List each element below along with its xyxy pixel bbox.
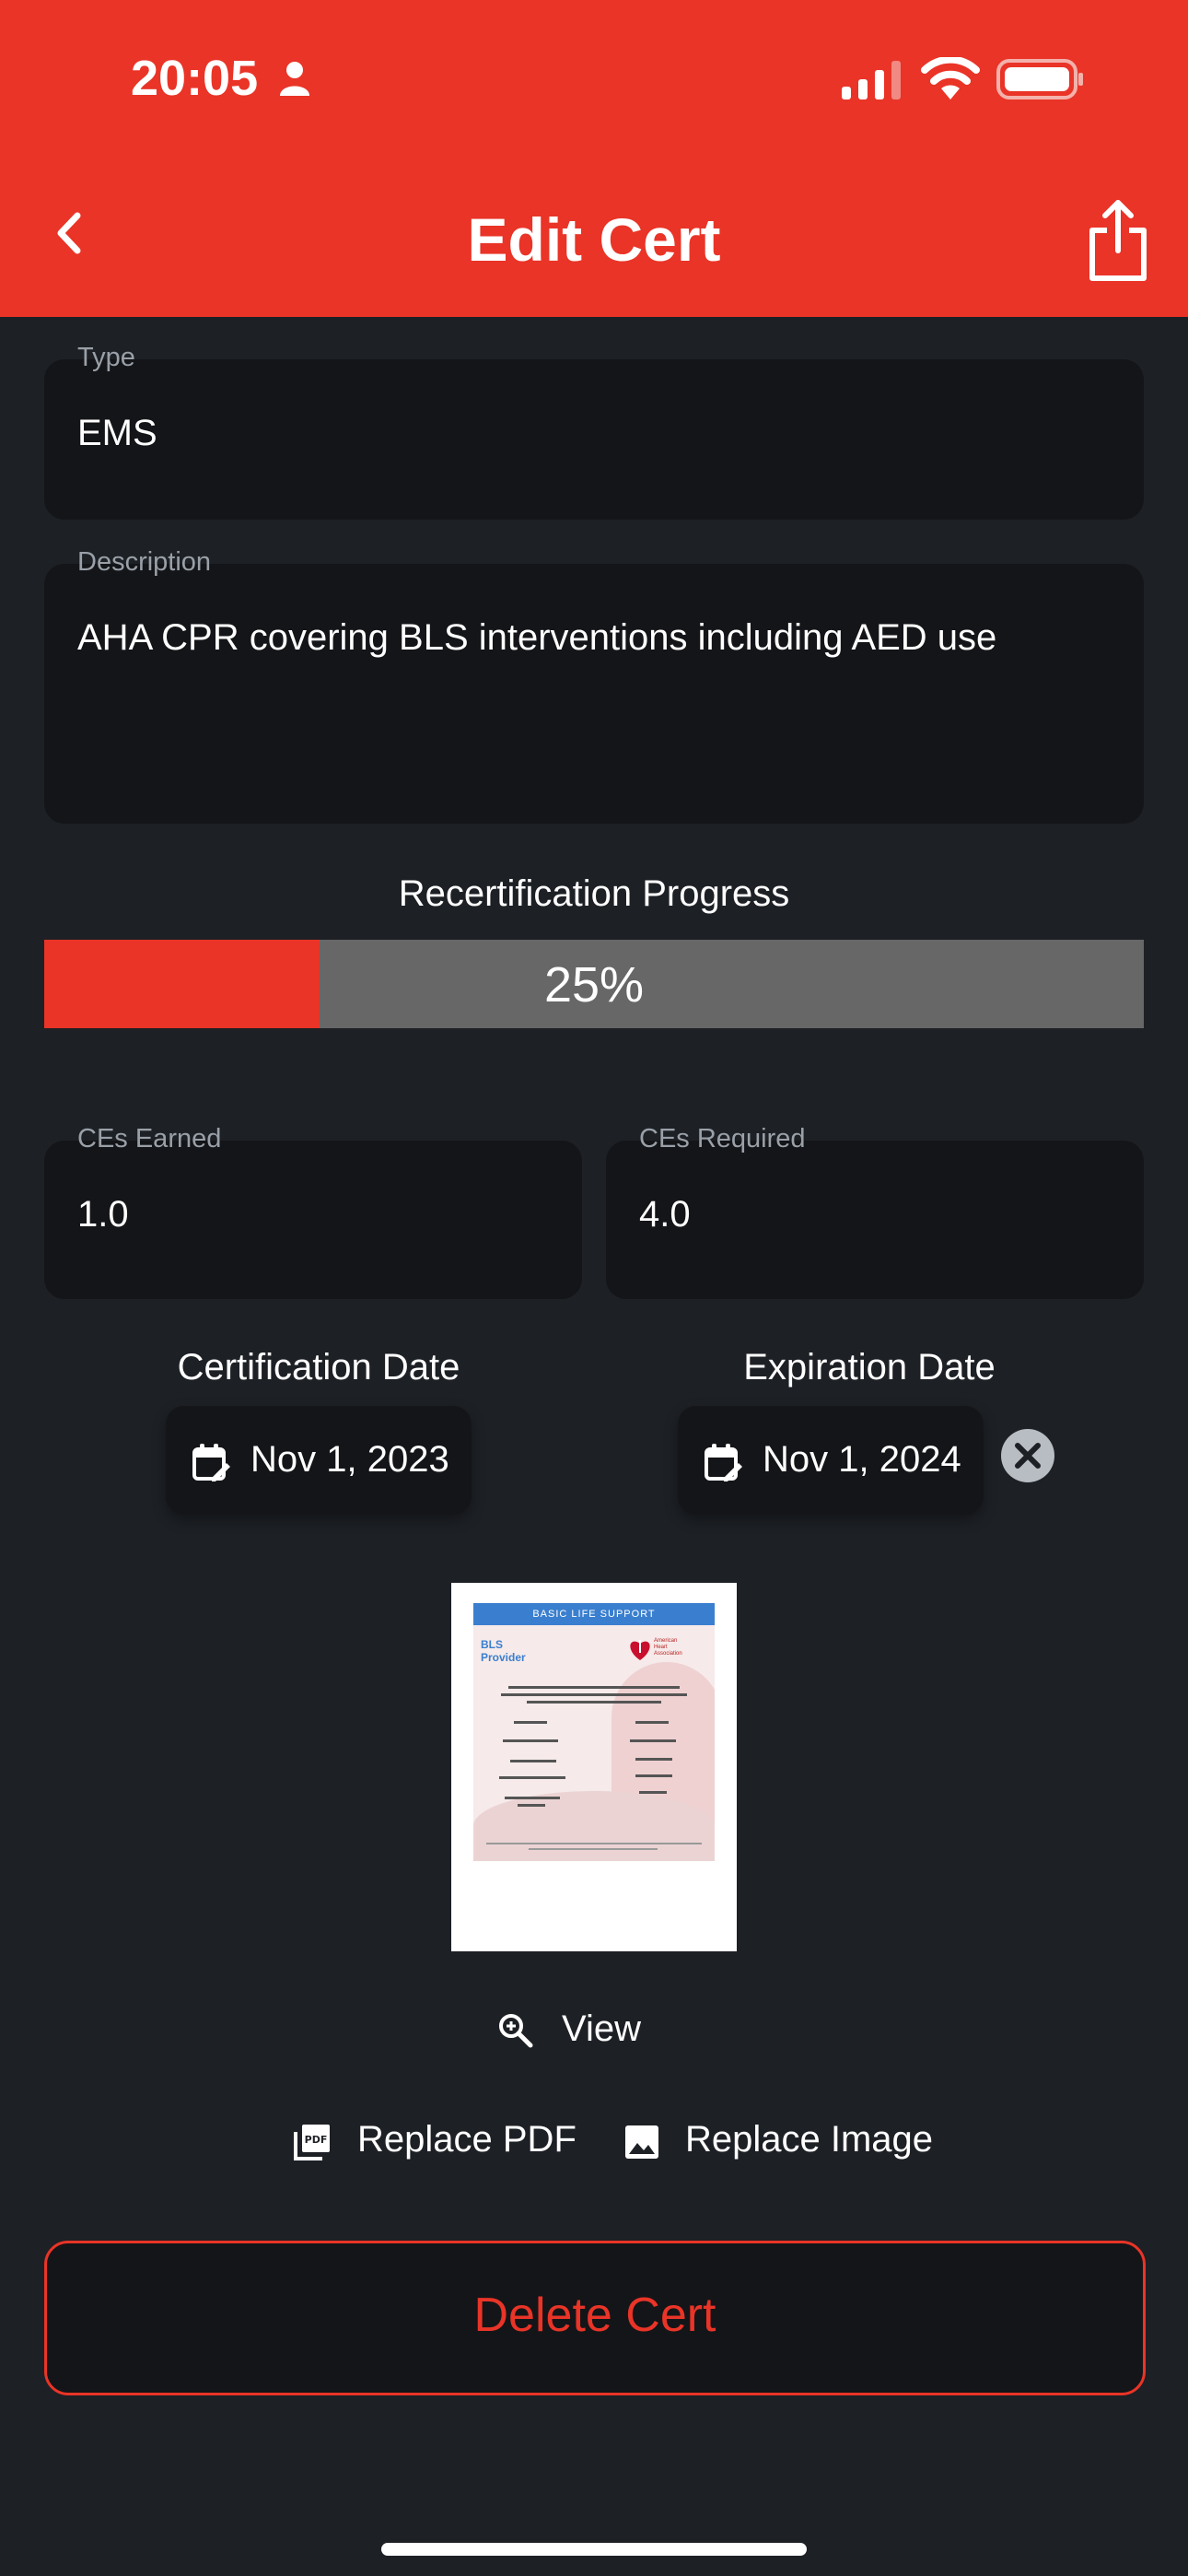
replace-pdf-label: Replace PDF xyxy=(357,2119,577,2160)
certificate-org-line3: Association xyxy=(654,1651,682,1657)
certificate-text-line xyxy=(639,1791,667,1794)
description-field[interactable]: Description AHA CPR covering BLS interve… xyxy=(44,547,1144,824)
certificate-title-line2: Provider xyxy=(481,1651,526,1664)
certificate-text-line xyxy=(499,1776,565,1779)
type-value: EMS xyxy=(77,413,157,453)
certificate-text-line xyxy=(630,1739,676,1742)
certificate-header: BASIC LIFE SUPPORT xyxy=(473,1603,715,1625)
certificate-org-text: American Heart Association xyxy=(654,1638,682,1657)
certificate-text-line xyxy=(635,1721,669,1724)
ces-earned-value: 1.0 xyxy=(77,1194,129,1235)
certification-date-value: Nov 1, 2023 xyxy=(250,1439,449,1480)
certificate-body: BLS Provider American Heart Association xyxy=(473,1625,715,1861)
ces-required-field[interactable]: CEs Required 4.0 xyxy=(606,1124,1144,1299)
certificate-text-line xyxy=(505,1797,560,1799)
certificate-text-line xyxy=(514,1721,547,1724)
ces-required-label: CEs Required xyxy=(639,1124,806,1153)
ces-earned-label: CEs Earned xyxy=(77,1124,222,1153)
certificate-thumbnail[interactable]: BASIC LIFE SUPPORT BLS Provider American… xyxy=(451,1583,737,1951)
expiration-date-label: Expiration Date xyxy=(743,1347,996,1388)
type-label: Type xyxy=(77,343,135,372)
battery-icon xyxy=(996,59,1083,100)
ces-earned-field[interactable]: CEs Earned 1.0 xyxy=(44,1124,582,1299)
ces-required-value: 4.0 xyxy=(639,1194,691,1235)
signal-icon xyxy=(842,61,901,100)
share-icon[interactable] xyxy=(1085,197,1151,282)
image-icon xyxy=(625,2125,658,2159)
certificate-text-line xyxy=(508,1686,680,1689)
delete-cert-button[interactable]: Delete Cert xyxy=(44,2241,1146,2395)
home-indicator[interactable] xyxy=(381,2543,807,2556)
status-time: 20:05 xyxy=(131,51,259,106)
certificate-text-line xyxy=(510,1760,556,1762)
description-value: AHA CPR covering BLS interventions inclu… xyxy=(77,617,997,658)
person-icon xyxy=(280,62,309,96)
certificate-text-line xyxy=(518,1804,545,1807)
certificate-fine-print xyxy=(486,1843,702,1844)
progress-percent: 25% xyxy=(543,957,645,1013)
app-header: 20:05 Edit Cert xyxy=(0,0,1188,317)
description-label: Description xyxy=(77,547,212,577)
calendar-edit-icon xyxy=(705,1444,742,1481)
delete-cert-label: Delete Cert xyxy=(473,2289,716,2342)
certificate-title: BLS Provider xyxy=(481,1638,526,1664)
certificate-text-line xyxy=(635,1758,672,1761)
clear-icon[interactable] xyxy=(1000,1428,1055,1483)
wifi-icon xyxy=(921,57,980,100)
zoom-icon xyxy=(499,2014,533,2048)
certificate-watermark-base xyxy=(473,1791,715,1861)
certificate-org-line2: Heart xyxy=(654,1645,668,1650)
certification-date-label: Certification Date xyxy=(177,1347,460,1388)
replace-image-label: Replace Image xyxy=(685,2119,934,2160)
certificate-text-line xyxy=(501,1693,687,1696)
heart-logo-icon xyxy=(630,1640,650,1660)
type-field[interactable]: Type EMS xyxy=(44,343,1144,520)
expiration-date-button[interactable]: Nov 1, 2024 xyxy=(678,1406,984,1515)
progress-bar: 25% xyxy=(44,940,1144,1028)
expiration-date-value: Nov 1, 2024 xyxy=(763,1439,961,1480)
certificate-text-line xyxy=(635,1774,672,1777)
certification-date-button[interactable]: Nov 1, 2023 xyxy=(166,1406,472,1515)
progress-title: Recertification Progress xyxy=(398,873,790,914)
certificate-fine-print xyxy=(529,1848,658,1850)
calendar-edit-icon xyxy=(192,1444,230,1481)
view-label: View xyxy=(562,2008,641,2049)
certificate-text-line xyxy=(503,1739,558,1742)
certificate-text-line xyxy=(527,1701,661,1704)
pdf-icon: PDF xyxy=(294,2125,330,2160)
svg-text:PDF: PDF xyxy=(305,2134,328,2146)
page-title: Edit Cert xyxy=(467,205,721,274)
certificate-title-line1: BLS xyxy=(481,1638,503,1651)
certificate-org-line1: American xyxy=(654,1638,678,1644)
